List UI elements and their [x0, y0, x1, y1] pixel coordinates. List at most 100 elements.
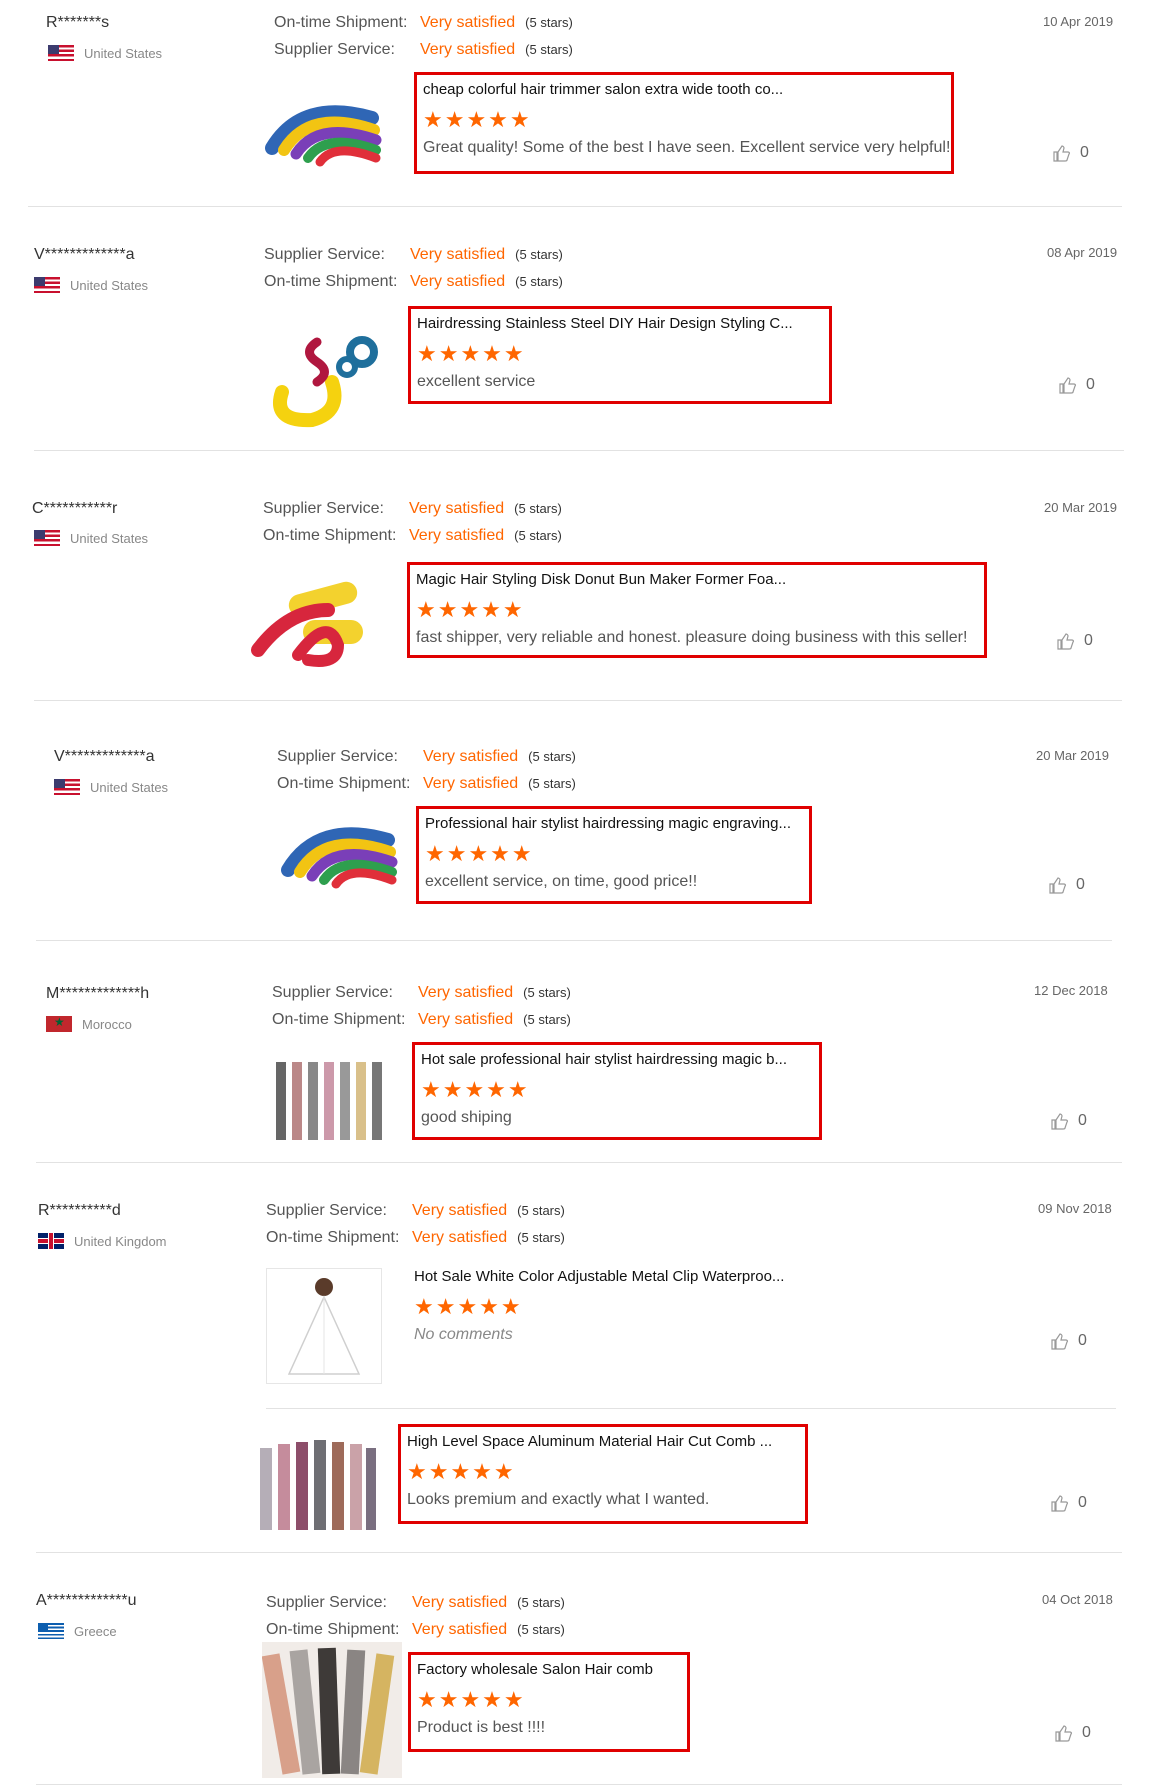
product-review-box: Professional hair stylist hairdressing m…: [416, 806, 812, 904]
rating-value: Very satisfied: [418, 984, 514, 1001]
review-date: 09 Nov 2018: [1038, 1201, 1112, 1216]
rating-stars: (5 stars): [525, 15, 573, 30]
rating-value: Very satisfied: [410, 273, 506, 290]
reviewer-name: V*************a: [34, 246, 135, 263]
product-comment: excellent service: [417, 373, 536, 390]
morocco-flag-icon: [46, 1016, 72, 1032]
like-count: 0: [1086, 376, 1095, 393]
product-comment: excellent service, on time, good price!!: [425, 873, 698, 890]
rating-row: On-time Shipment: Very satisfied (5 stars): [272, 1011, 571, 1029]
product-title[interactable]: Factory wholesale Salon Hair comb: [417, 1659, 681, 1681]
rating-row: Supplier Service: Very satisfied (5 stars): [272, 984, 571, 1002]
uk-flag-icon: [38, 1233, 64, 1249]
divider: [34, 700, 1122, 701]
thumbs-up-icon: [1051, 1333, 1068, 1350]
divider: [36, 1784, 1122, 1785]
rating-label: Supplier Service:: [272, 984, 393, 1001]
product-thumbnail[interactable]: [252, 1428, 376, 1548]
product-review-box: High Level Space Aluminum Material Hair …: [398, 1424, 808, 1524]
product-review-box: Hot sale professional hair stylist haird…: [412, 1042, 822, 1140]
review-date: 12 Dec 2018: [1034, 983, 1108, 998]
rating-value: Very satisfied: [409, 500, 505, 517]
rating-stars: (5 stars): [523, 1012, 571, 1027]
product-title[interactable]: cheap colorful hair trimmer salon extra …: [423, 79, 945, 101]
rating-stars: (5 stars): [514, 501, 562, 516]
review-date: 10 Apr 2019: [1043, 14, 1114, 29]
like-button[interactable]: 0: [1052, 144, 1089, 162]
rating-label: Supplier Service:: [274, 41, 395, 58]
product-comment: good shiping: [421, 1109, 512, 1126]
product-thumbnail[interactable]: [261, 1642, 402, 1778]
product-thumbnail[interactable]: [266, 1268, 382, 1384]
rating-row: Supplier Service: Very satisfied (5 stars): [263, 500, 562, 518]
divider: [28, 206, 1122, 207]
product-title[interactable]: Hot Sale White Color Adjustable Metal Cl…: [414, 1266, 822, 1288]
rating-row: Supplier Service: Very satisfied (5 stars): [266, 1594, 565, 1612]
like-count: 0: [1078, 1112, 1087, 1129]
rating-row: On-time Shipment: Very satisfied (5 stars): [277, 775, 576, 793]
product-stars: ★★★★★: [421, 1077, 530, 1102]
product-thumbnail[interactable]: [262, 312, 382, 432]
like-button[interactable]: 0: [1054, 1724, 1091, 1742]
rating-label: On-time Shipment:: [266, 1229, 400, 1246]
rating-row: On-time Shipment: Very satisfied (5 stars): [266, 1621, 565, 1639]
rating-label: On-time Shipment:: [272, 1011, 406, 1028]
like-button[interactable]: 0: [1056, 632, 1093, 650]
thumbs-up-icon: [1053, 145, 1070, 162]
product-stars: ★★★★★: [416, 597, 525, 622]
reviewer-name: A*************u: [36, 1592, 137, 1609]
rating-value: Very satisfied: [420, 41, 516, 58]
product-title[interactable]: Hairdressing Stainless Steel DIY Hair De…: [417, 313, 823, 335]
rating-value: Very satisfied: [418, 1011, 514, 1028]
rating-label: On-time Shipment:: [263, 527, 397, 544]
reviewer-country: Greece: [38, 1623, 117, 1639]
rating-stars: (5 stars): [528, 776, 576, 791]
like-button[interactable]: 0: [1050, 1494, 1087, 1512]
curlers-icon: [273, 336, 378, 428]
foam-rollers-icon: [265, 105, 382, 167]
product-stars: ★★★★★: [414, 1294, 523, 1319]
us-flag-icon: [48, 45, 74, 61]
like-button[interactable]: 0: [1050, 1332, 1087, 1350]
like-count: 0: [1084, 632, 1093, 649]
product-comment: Great quality! Some of the best I have s…: [423, 139, 951, 156]
product-stars: ★★★★★: [423, 107, 532, 132]
rating-label: Supplier Service:: [264, 246, 385, 263]
thumbs-up-icon: [1049, 877, 1066, 894]
rating-row: On-time Shipment: Very satisfied (5 stars): [266, 1229, 565, 1247]
country-label: United States: [90, 779, 169, 795]
product-thumbnail[interactable]: [262, 78, 382, 198]
rating-stars: (5 stars): [523, 985, 571, 1000]
like-count: 0: [1076, 876, 1085, 893]
like-button[interactable]: 0: [1058, 376, 1095, 394]
thumbs-up-icon: [1051, 1495, 1068, 1512]
product-title[interactable]: High Level Space Aluminum Material Hair …: [407, 1431, 799, 1453]
product-review-box: Hot Sale White Color Adjustable Metal Cl…: [408, 1262, 828, 1360]
review-date: 04 Oct 2018: [1042, 1592, 1113, 1607]
rating-label: Supplier Service:: [266, 1594, 387, 1611]
product-title[interactable]: Professional hair stylist hairdressing m…: [425, 813, 803, 835]
product-review-box: Magic Hair Styling Disk Donut Bun Maker …: [407, 562, 987, 658]
product-thumbnail[interactable]: [272, 1052, 392, 1172]
rating-label: Supplier Service:: [277, 748, 398, 765]
rating-value: Very satisfied: [412, 1621, 508, 1638]
rating-value: Very satisfied: [410, 246, 506, 263]
foam-rollers-icon: [281, 827, 398, 889]
rating-row: On-time Shipment: Very satisfied (5 stars): [263, 527, 562, 545]
reviewer-country: United Kingdom: [38, 1233, 167, 1249]
divider: [36, 1162, 1122, 1163]
greece-flag-icon: [38, 1623, 64, 1639]
product-thumbnail[interactable]: [248, 570, 368, 690]
product-title[interactable]: Magic Hair Styling Disk Donut Bun Maker …: [416, 569, 978, 591]
product-title[interactable]: Hot sale professional hair stylist haird…: [421, 1049, 813, 1071]
like-button[interactable]: 0: [1050, 1112, 1087, 1130]
like-button[interactable]: 0: [1048, 876, 1085, 894]
like-count: 0: [1082, 1724, 1091, 1741]
rating-label: On-time Shipment:: [264, 273, 398, 290]
divider: [36, 1552, 1122, 1553]
divider: [36, 940, 1112, 941]
product-thumbnail[interactable]: [278, 800, 398, 920]
review-date: 20 Mar 2019: [1036, 748, 1109, 763]
thumbs-up-icon: [1055, 1725, 1072, 1742]
rating-stars: (5 stars): [515, 274, 563, 289]
